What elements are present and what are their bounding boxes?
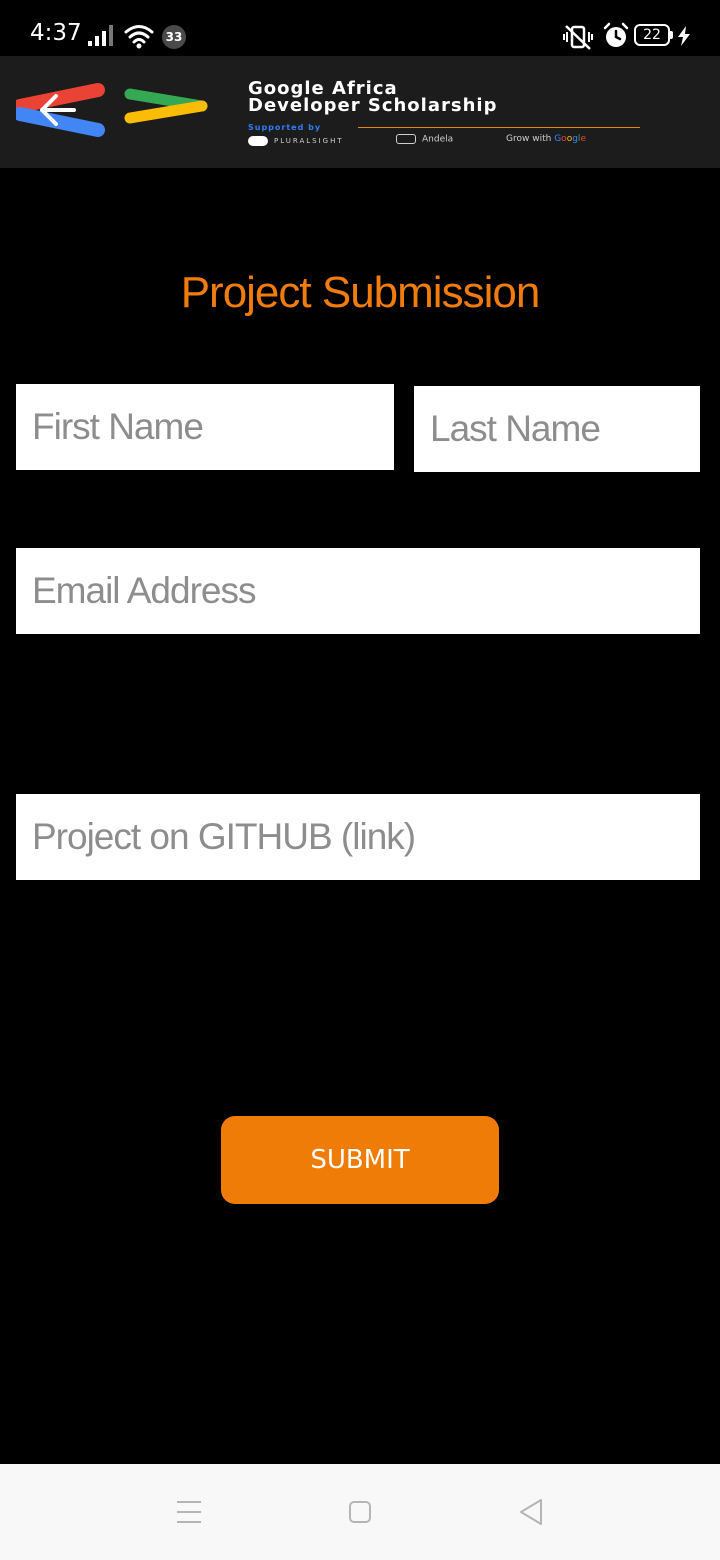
pluralsight-logo: PLURALSIGHT: [248, 136, 344, 146]
home-icon[interactable]: [348, 1500, 372, 1524]
pluralsight-label: PLURALSIGHT: [274, 137, 344, 145]
supported-by-label: Supported by: [248, 123, 322, 132]
alarm-icon: [603, 22, 629, 47]
andela-mark-icon: [396, 134, 416, 144]
submit-button[interactable]: SUBMIT: [221, 1116, 499, 1204]
google-wordmark: Google: [554, 134, 586, 144]
back-triangle-icon[interactable]: [518, 1498, 544, 1526]
pluralsight-mark-icon: [248, 136, 268, 146]
signal-icon: [88, 25, 113, 46]
page-title: Project Submission: [180, 268, 541, 317]
vibrate-off-icon: [563, 25, 593, 50]
app-bar: Google Africa Developer Scholarship Supp…: [0, 56, 720, 168]
status-bar: 4:37 33 22: [0, 0, 720, 56]
navigation-bar: [0, 1464, 720, 1560]
sponsor-row: PLURALSIGHT Andela Grow with Google: [248, 134, 648, 148]
recent-apps-icon[interactable]: [176, 1500, 202, 1524]
first-name-field[interactable]: [16, 384, 394, 470]
email-field[interactable]: [16, 548, 700, 634]
grow-with-google-logo: Grow with Google: [506, 134, 586, 144]
banner-title-line2: Developer Scholarship: [248, 95, 498, 116]
google-developers-logo: [124, 88, 208, 124]
github-link-field[interactable]: [16, 794, 700, 880]
charging-icon: [678, 26, 690, 46]
last-name-field[interactable]: [414, 386, 700, 472]
andela-label: Andela: [422, 134, 454, 145]
notification-count-badge: 33: [162, 25, 186, 49]
status-time: 4:37: [30, 20, 82, 46]
battery-icon: 22: [634, 24, 673, 46]
back-arrow-button[interactable]: [16, 78, 106, 146]
grow-with-label: Grow with: [506, 134, 552, 144]
andela-logo: Andela: [396, 134, 453, 145]
banner-title: Google Africa Developer Scholarship: [248, 80, 648, 116]
back-arrow-icon: [16, 83, 105, 137]
banner-divider: [358, 127, 640, 128]
wifi-icon: [124, 25, 154, 49]
